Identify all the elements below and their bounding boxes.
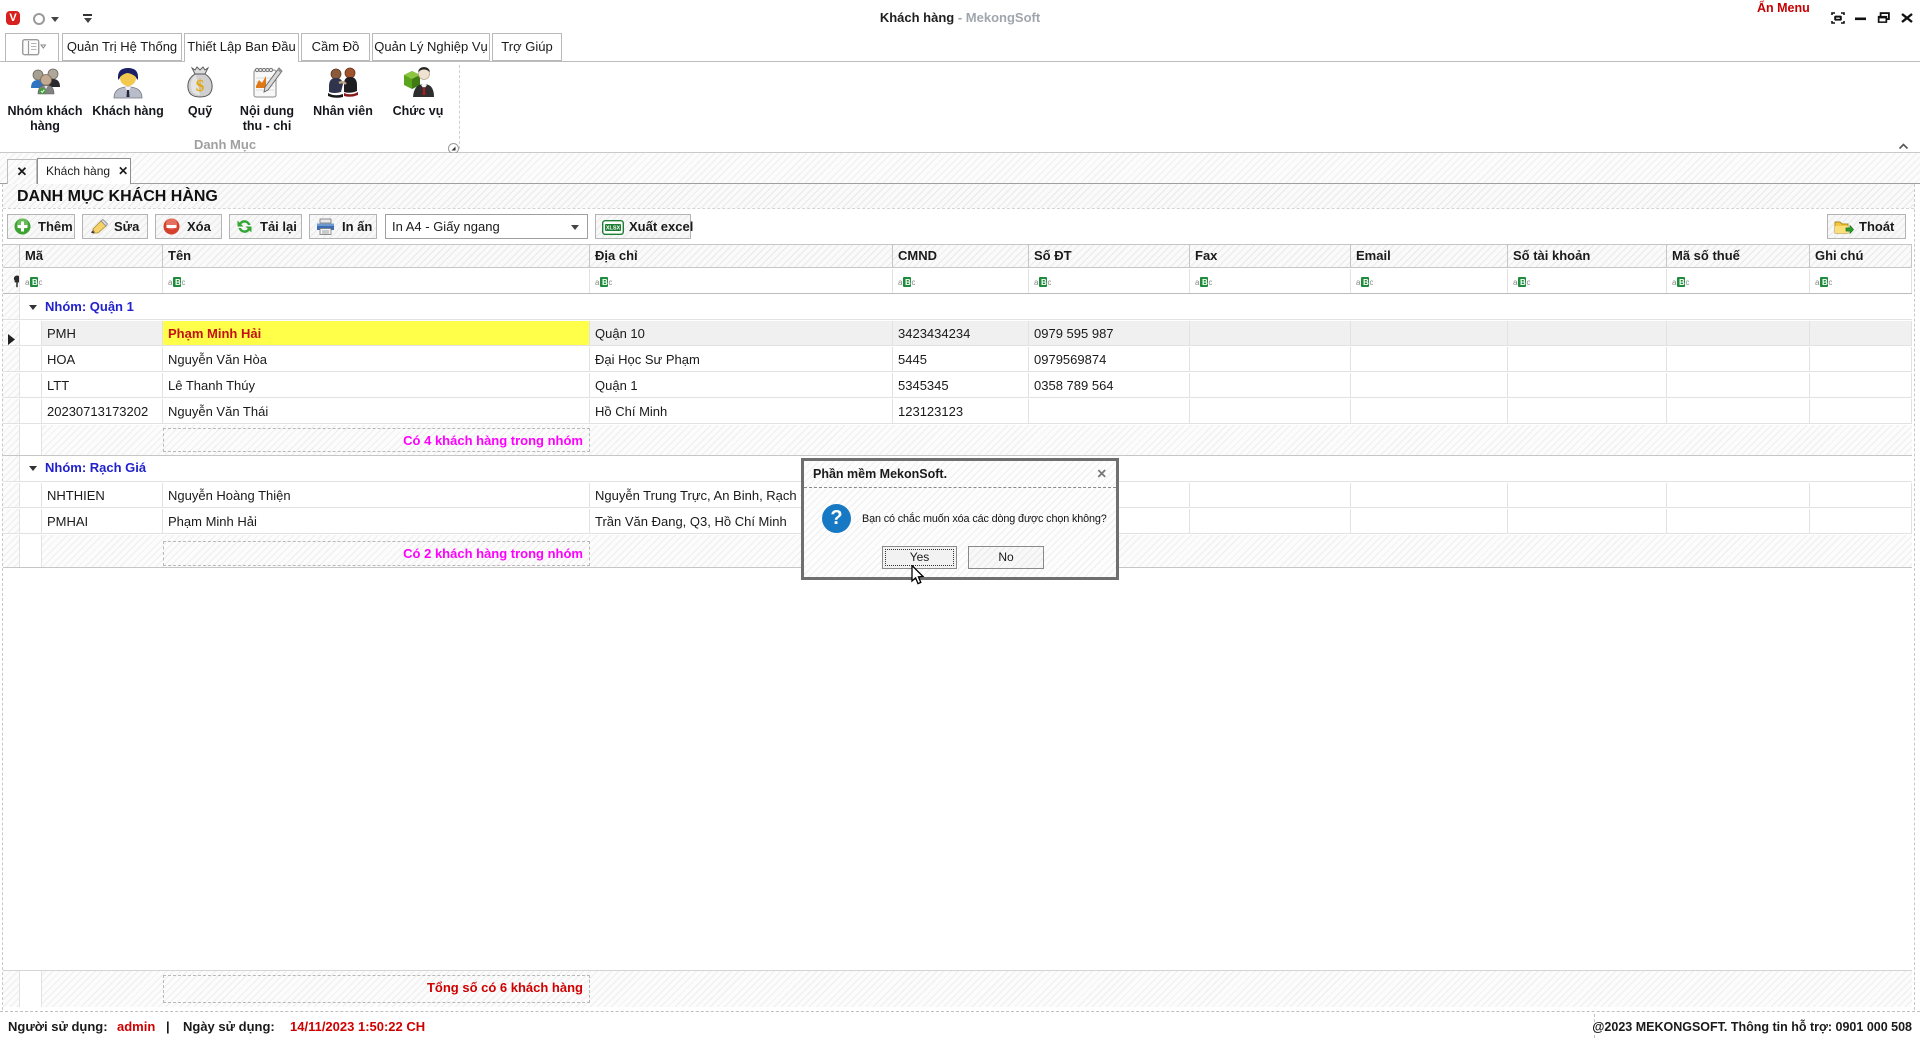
svg-text:$: $	[196, 76, 205, 95]
svg-text:c: c	[39, 278, 43, 287]
svg-text:B: B	[1679, 278, 1685, 287]
svg-text:B: B	[1202, 278, 1208, 287]
svg-text:c: c	[1209, 278, 1213, 287]
svg-text:c: c	[1829, 278, 1833, 287]
svg-text:a: a	[25, 278, 30, 287]
svg-text:B: B	[175, 278, 181, 287]
svg-text:B: B	[905, 278, 911, 287]
svg-text:B: B	[1520, 278, 1526, 287]
svg-text:a: a	[1034, 278, 1039, 287]
svg-text:a: a	[1815, 278, 1820, 287]
svg-text:a: a	[595, 278, 600, 287]
svg-text:B: B	[1363, 278, 1369, 287]
svg-text:B: B	[1822, 278, 1828, 287]
svg-text:c: c	[1370, 278, 1374, 287]
svg-text:B: B	[1041, 278, 1047, 287]
svg-text:c: c	[1048, 278, 1052, 287]
svg-text:c: c	[609, 278, 613, 287]
svg-text:c: c	[1686, 278, 1690, 287]
svg-text:XLSX: XLSX	[606, 226, 621, 232]
svg-text:B: B	[602, 278, 608, 287]
svg-text:c: c	[912, 278, 916, 287]
svg-text:c: c	[1527, 278, 1531, 287]
svg-text:c: c	[182, 278, 186, 287]
svg-text:a: a	[1513, 278, 1518, 287]
svg-text:a: a	[1672, 278, 1677, 287]
svg-text:a: a	[1356, 278, 1361, 287]
svg-text:a: a	[1195, 278, 1200, 287]
svg-text:a: a	[898, 278, 903, 287]
svg-text:B: B	[32, 278, 38, 287]
svg-text:a: a	[168, 278, 173, 287]
